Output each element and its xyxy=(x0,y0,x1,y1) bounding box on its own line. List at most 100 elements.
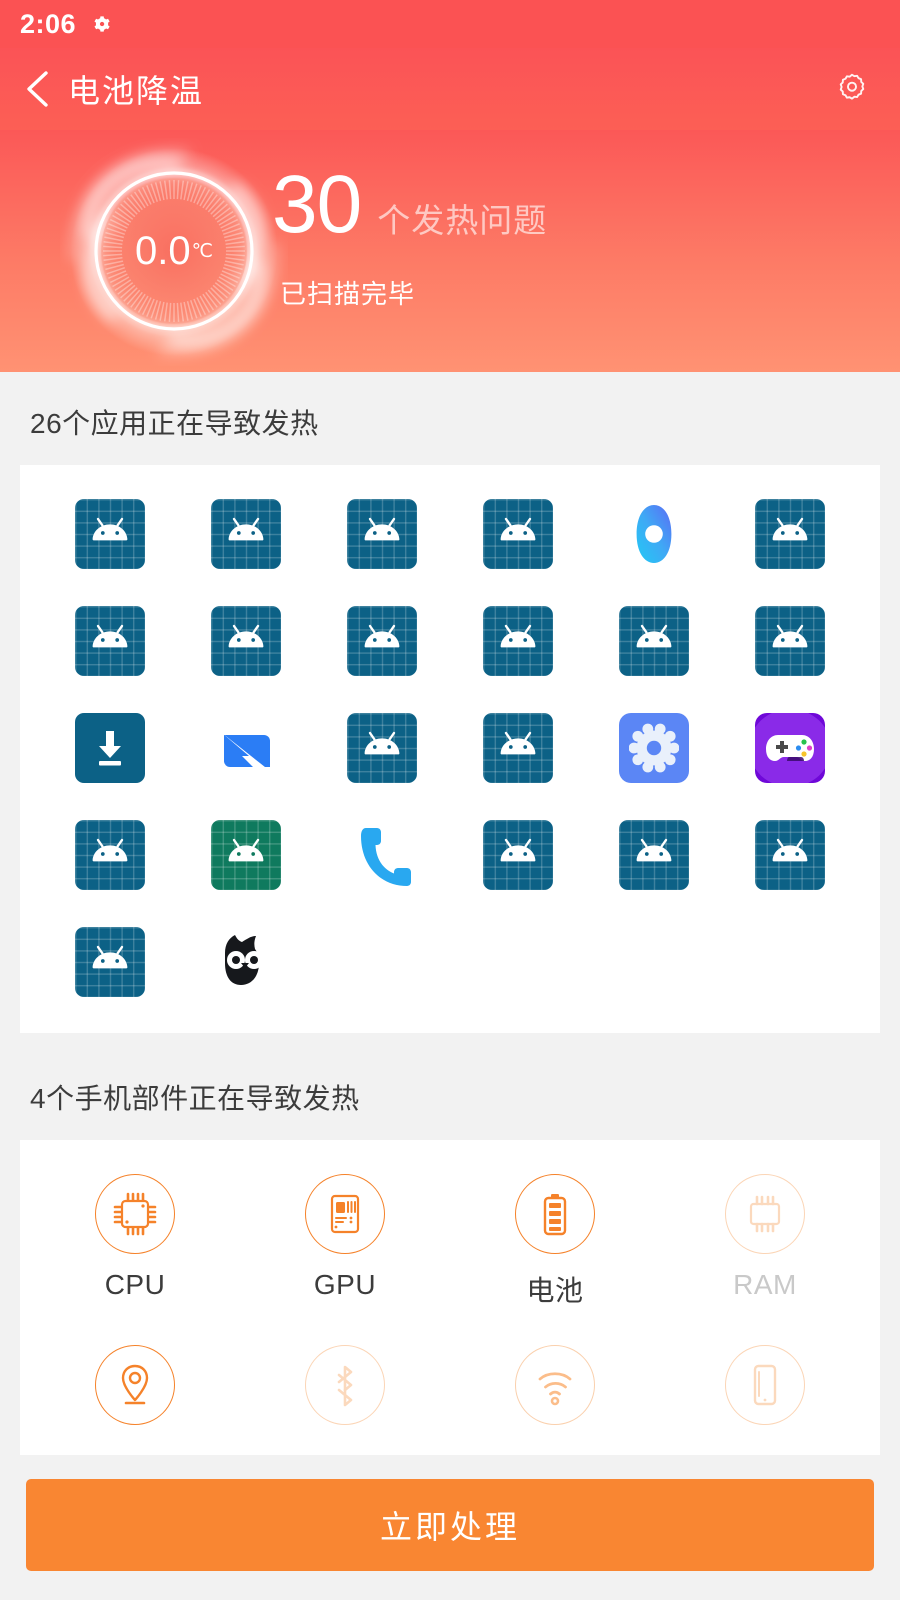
android-default-icon[interactable] xyxy=(483,713,553,783)
android-default-icon[interactable] xyxy=(755,499,825,569)
android-robot-glyph xyxy=(364,731,400,755)
android-default-icon[interactable] xyxy=(75,499,145,569)
android-robot-glyph xyxy=(500,517,536,541)
temperature-number: 0.0 xyxy=(135,228,191,273)
component-label: CPU xyxy=(104,1269,166,1300)
app-icon-cell[interactable] xyxy=(347,820,417,890)
app-icon-cell[interactable] xyxy=(619,499,689,569)
title-bar: 电池降温 xyxy=(0,48,900,130)
component-label: GPU xyxy=(313,1269,377,1300)
component-icon-circle xyxy=(305,1174,385,1254)
android-robot-glyph xyxy=(92,838,128,862)
cpu-chip-icon xyxy=(113,1192,157,1236)
handset-glyph xyxy=(361,828,411,886)
bottom-bar: 立即处理 xyxy=(0,1455,900,1600)
blue-ring-icon[interactable] xyxy=(619,499,689,569)
app-icon-cell[interactable] xyxy=(347,713,417,783)
download-arrow-glyph xyxy=(99,731,121,766)
app-icon-cell[interactable] xyxy=(619,713,689,783)
apps-card xyxy=(20,465,880,1033)
app-icon-cell[interactable] xyxy=(755,713,825,783)
component-cell[interactable]: 电池 xyxy=(515,1174,595,1309)
phone-handset-icon[interactable] xyxy=(347,820,417,890)
download-icon[interactable] xyxy=(75,713,145,783)
component-icon-circle xyxy=(725,1345,805,1425)
android-robot-glyph xyxy=(364,517,400,541)
app-icon-cell[interactable] xyxy=(75,820,145,890)
component-cell[interactable] xyxy=(305,1345,385,1425)
android-robot-glyph xyxy=(228,624,264,648)
temperature-value: 0.0 ℃ xyxy=(86,163,262,339)
component-cell[interactable]: GPU xyxy=(305,1174,385,1309)
android-robot-glyph xyxy=(500,731,536,755)
app-icon-cell[interactable] xyxy=(347,606,417,676)
gear-glyph xyxy=(629,723,679,773)
app-icon-cell[interactable] xyxy=(211,499,281,569)
app-icon-cell[interactable] xyxy=(755,499,825,569)
android-default-icon[interactable] xyxy=(347,606,417,676)
app-icon-cell[interactable] xyxy=(619,606,689,676)
game-controller-icon[interactable] xyxy=(755,713,825,783)
app-icon-cell[interactable] xyxy=(619,820,689,890)
android-default-icon[interactable] xyxy=(755,606,825,676)
location-pin-icon xyxy=(121,1364,149,1405)
gear-icon[interactable] xyxy=(830,67,874,111)
android-default-icon[interactable] xyxy=(483,499,553,569)
ram-chip-icon xyxy=(749,1195,781,1233)
app-icon-cell[interactable] xyxy=(755,820,825,890)
component-cell[interactable]: RAM xyxy=(725,1174,805,1309)
app-icon-cell[interactable] xyxy=(211,927,281,997)
android-default-icon[interactable] xyxy=(211,499,281,569)
android-default-icon[interactable] xyxy=(211,820,281,890)
android-default-icon[interactable] xyxy=(75,606,145,676)
app-icon-cell[interactable] xyxy=(483,499,553,569)
owl-glyph xyxy=(225,935,263,985)
app-icon-cell[interactable] xyxy=(75,499,145,569)
component-cell[interactable] xyxy=(725,1345,805,1425)
android-robot-glyph xyxy=(228,838,264,862)
android-robot-glyph xyxy=(636,838,672,862)
android-robot-glyph xyxy=(92,624,128,648)
android-default-icon[interactable] xyxy=(347,713,417,783)
app-icon-cell[interactable] xyxy=(75,927,145,997)
app-icon-cell[interactable] xyxy=(211,713,281,783)
android-robot-glyph xyxy=(92,517,128,541)
android-default-icon[interactable] xyxy=(619,820,689,890)
owl-icon[interactable] xyxy=(211,927,281,997)
process-now-button[interactable]: 立即处理 xyxy=(26,1479,874,1571)
app-icon-cell[interactable] xyxy=(755,606,825,676)
app-icon-cell[interactable] xyxy=(483,606,553,676)
app-icon-cell[interactable] xyxy=(211,606,281,676)
battery-icon xyxy=(543,1194,567,1236)
android-default-icon[interactable] xyxy=(75,927,145,997)
temperature-gauge: 0.0 ℃ xyxy=(86,163,262,339)
android-default-icon[interactable] xyxy=(483,606,553,676)
temperature-unit: ℃ xyxy=(191,240,213,262)
app-icon-cell[interactable] xyxy=(483,820,553,890)
lightning-bolt-icon[interactable] xyxy=(211,713,281,783)
screen-icon xyxy=(753,1364,777,1406)
android-robot-glyph xyxy=(772,624,808,648)
android-default-icon[interactable] xyxy=(347,499,417,569)
back-chevron-icon[interactable] xyxy=(22,67,54,111)
component-cell[interactable]: CPU xyxy=(95,1174,175,1309)
component-cell[interactable] xyxy=(95,1345,175,1425)
android-robot-glyph xyxy=(772,838,808,862)
apps-section-title: 26个应用正在导致发热 xyxy=(30,408,319,439)
android-default-icon[interactable] xyxy=(75,820,145,890)
app-icon-cell[interactable] xyxy=(347,499,417,569)
app-icon-cell[interactable] xyxy=(211,820,281,890)
app-icon-cell[interactable] xyxy=(483,713,553,783)
component-label: RAM xyxy=(733,1269,797,1300)
component-icon-circle xyxy=(725,1174,805,1254)
component-cell[interactable] xyxy=(515,1345,595,1425)
android-default-icon[interactable] xyxy=(619,606,689,676)
android-default-icon[interactable] xyxy=(483,820,553,890)
android-robot-glyph xyxy=(772,517,808,541)
android-default-icon[interactable] xyxy=(211,606,281,676)
android-default-icon[interactable] xyxy=(755,820,825,890)
hero-panel: 0.0 ℃ 30 个发热问题 已扫描完毕 xyxy=(0,130,900,372)
app-icon-cell[interactable] xyxy=(75,713,145,783)
settings-gear-icon[interactable] xyxy=(619,713,689,783)
app-icon-cell[interactable] xyxy=(75,606,145,676)
